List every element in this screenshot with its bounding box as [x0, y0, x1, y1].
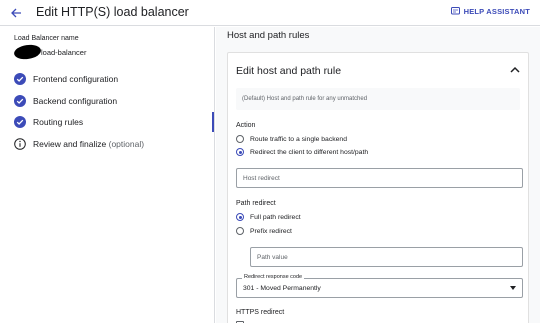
info-icon	[14, 138, 26, 150]
radio-label: Full path redirect	[250, 213, 301, 221]
radio-label: Redirect the client to different host/pa…	[250, 148, 369, 156]
sidebar-item-label: Routing rules	[33, 117, 84, 127]
lb-name-label: Load Balancer name	[14, 35, 79, 42]
lb-name-text: load-balancer	[41, 47, 87, 57]
radio-redirect-client[interactable]: Redirect the client to different host/pa…	[236, 148, 368, 156]
sidebar-item-backend[interactable]: Backend configuration	[0, 91, 214, 111]
sidebar-item-routing[interactable]: Routing rules	[0, 112, 214, 132]
sidebar: Load Balancer name load-balancer Fronten…	[0, 27, 215, 323]
action-label: Action	[236, 122, 256, 129]
help-assistant-icon	[450, 7, 460, 15]
help-assistant-button[interactable]: HELP ASSISTANT	[450, 7, 530, 16]
host-redirect-input[interactable]	[236, 168, 523, 188]
dropdown-caret-icon	[510, 286, 516, 290]
radio-prefix-redirect[interactable]: Prefix redirect	[236, 227, 292, 235]
select-label: Redirect response code	[242, 274, 305, 280]
path-redirect-label: Path redirect	[236, 200, 276, 207]
active-indicator	[212, 112, 214, 132]
page-title: Edit HTTP(S) load balancer	[36, 5, 189, 19]
radio-label: Prefix redirect	[250, 227, 292, 235]
radio-full-path-redirect[interactable]: Full path redirect	[236, 213, 301, 221]
check-circle-icon	[14, 116, 26, 128]
sidebar-item-label-wrap: Review and finalize (optional)	[33, 139, 144, 149]
radio-button[interactable]	[236, 135, 244, 143]
check-circle-icon	[14, 73, 26, 85]
check-circle-icon	[14, 95, 26, 107]
redaction-mark	[13, 43, 42, 61]
radio-button-selected[interactable]	[236, 213, 244, 221]
default-rule-note: (Default) Host and path rule for any unm…	[236, 88, 520, 110]
help-assistant-label: HELP ASSISTANT	[463, 7, 530, 16]
edit-rule-panel: Edit host and path rule (Default) Host a…	[227, 52, 529, 323]
sidebar-item-optional: (optional)	[108, 139, 145, 149]
select-value: 301 - Moved Permanently	[243, 285, 321, 292]
path-value-input[interactable]	[250, 247, 523, 267]
sidebar-item-label: Frontend configuration	[33, 74, 119, 84]
panel-title: Edit host and path rule	[236, 65, 342, 77]
https-redirect-label: HTTPS redirect	[236, 309, 285, 316]
sidebar-item-label: Backend configuration	[33, 96, 118, 106]
radio-label: Route traffic to a single backend	[250, 135, 347, 143]
main-content: Host and path rules Edit host and path r…	[216, 27, 540, 323]
sidebar-item-label: Review and finalize	[33, 139, 107, 149]
back-arrow-icon[interactable]	[8, 5, 24, 21]
top-bar: Edit HTTP(S) load balancer HELP ASSISTAN…	[0, 0, 540, 26]
redirect-response-code-select[interactable]: Redirect response code 301 - Moved Perma…	[236, 274, 523, 298]
radio-route-single-backend[interactable]: Route traffic to a single backend	[236, 135, 347, 143]
chevron-up-icon[interactable]	[510, 66, 520, 74]
section-title: Host and path rules	[227, 30, 310, 41]
sidebar-item-review[interactable]: Review and finalize (optional)	[0, 134, 214, 154]
lb-name-value: load-balancer	[13, 43, 87, 61]
sidebar-item-frontend[interactable]: Frontend configuration	[0, 69, 214, 89]
radio-button-selected[interactable]	[236, 148, 244, 156]
radio-button[interactable]	[236, 227, 244, 235]
